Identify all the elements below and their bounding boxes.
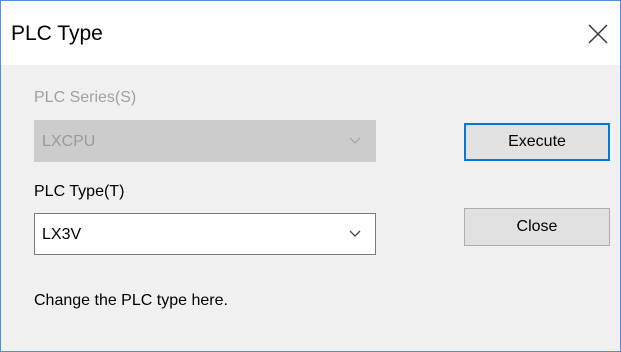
- hint-text: Change the PLC type here.: [34, 292, 228, 309]
- chevron-down-icon: [349, 137, 361, 144]
- window-title: PLC Type: [11, 22, 103, 45]
- chevron-down-icon[interactable]: [349, 230, 361, 238]
- title-bar: PLC Type: [1, 1, 620, 65]
- close-button[interactable]: Close: [464, 208, 610, 246]
- plc-type-dialog: PLC Type PLC Series(S) LXCPU PLC Type(T)…: [0, 0, 621, 352]
- plc-series-label: PLC Series(S): [34, 89, 137, 106]
- plc-series-value: LXCPU: [42, 133, 96, 150]
- execute-button[interactable]: Execute: [464, 123, 610, 161]
- plc-type-select[interactable]: LX3V: [34, 213, 376, 255]
- plc-type-value: LX3V: [42, 226, 82, 243]
- plc-type-label: PLC Type(T): [34, 183, 125, 200]
- plc-series-select: LXCPU: [34, 120, 376, 162]
- close-icon[interactable]: [587, 23, 609, 45]
